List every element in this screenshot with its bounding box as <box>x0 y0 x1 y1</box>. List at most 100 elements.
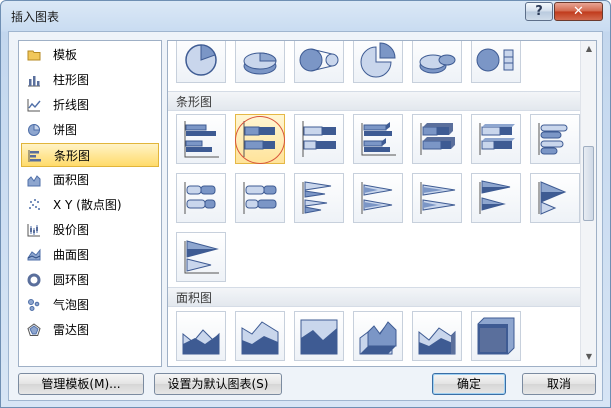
clustered-bar-3d-thumb[interactable] <box>353 114 403 164</box>
section-label: 条形图 <box>176 95 213 109</box>
category-label: X Y (散点图) <box>53 198 122 212</box>
pie-of-pie-thumb[interactable] <box>294 41 344 83</box>
pie-chart-icon <box>28 123 41 136</box>
bubble-chart-icon <box>28 299 40 311</box>
scroll-up-icon[interactable]: ▲ <box>584 44 594 54</box>
stacked-cylinder-bar-thumb[interactable] <box>176 173 226 223</box>
100-stacked-bar-icon <box>302 121 336 157</box>
scrollbar-thumb[interactable] <box>583 146 594 221</box>
category-label: 雷达图 <box>53 323 90 337</box>
area-thumb[interactable] <box>176 311 226 361</box>
stock-chart-icon <box>27 224 40 237</box>
bar-of-pie-thumb[interactable] <box>471 41 521 83</box>
stacked-pyramid-bar-icon <box>538 181 567 215</box>
set-default-chart-button[interactable]: 设置为默认图表(S) <box>154 373 282 395</box>
manage-templates-button[interactable]: 管理模板(M)... <box>18 373 144 395</box>
section-label: 面积图 <box>176 291 213 305</box>
category-label: 折线图 <box>53 98 90 112</box>
pie-of-pie-chart-icon <box>299 48 339 72</box>
chart-category-list: 模板 柱形图 折线图 饼图 条形图 面积图 X Y (散点图) 股价图 曲面图 … <box>18 40 162 367</box>
100-stacked-cylinder-bar-icon <box>243 182 277 214</box>
100-stacked-bar-3d-icon <box>479 123 515 155</box>
category-doughnut[interactable]: 圆环图 <box>21 268 159 292</box>
stacked-cone-bar-thumb[interactable] <box>353 173 403 223</box>
scroll-down-icon[interactable]: ▼ <box>584 352 594 362</box>
area-3d-icon <box>359 321 397 355</box>
category-bubble[interactable]: 气泡图 <box>21 293 159 317</box>
stacked-bar-3d-thumb[interactable] <box>412 114 462 164</box>
100-stacked-cone-bar-thumb[interactable] <box>412 173 462 223</box>
close-button[interactable]: ✕ <box>554 2 603 21</box>
clustered-cone-bar-thumb[interactable] <box>294 173 344 223</box>
stacked-area-3d-thumb[interactable] <box>412 311 462 361</box>
category-label: 圆环图 <box>53 273 90 287</box>
category-scatter[interactable]: X Y (散点图) <box>21 193 159 217</box>
exploded-pie-3d-thumb[interactable] <box>412 41 462 83</box>
clustered-pyramid-bar-icon <box>479 180 511 214</box>
area-icon <box>182 329 220 355</box>
folder-icon <box>27 50 41 61</box>
clustered-cone-bar-icon <box>302 181 332 214</box>
100-stacked-bar-3d-thumb[interactable] <box>471 114 521 164</box>
line-chart-icon <box>27 99 41 112</box>
stacked-bar-3d-icon <box>420 123 455 155</box>
100-stacked-area-thumb[interactable] <box>294 311 344 361</box>
scatter-chart-icon <box>29 199 40 210</box>
category-label: 条形图 <box>54 149 91 163</box>
category-line[interactable]: 折线图 <box>21 93 159 117</box>
clustered-cylinder-bar-icon <box>538 123 568 155</box>
help-button[interactable]: ? <box>525 2 553 21</box>
clustered-cylinder-bar-thumb[interactable] <box>530 114 580 164</box>
category-stock[interactable]: 股价图 <box>21 218 159 242</box>
clustered-pyramid-bar-thumb[interactable] <box>471 173 521 223</box>
pie-chart-icon <box>185 44 217 76</box>
category-label: 面积图 <box>53 173 90 187</box>
category-bar[interactable]: 条形图 <box>21 143 159 167</box>
stacked-area-icon <box>241 321 279 355</box>
chart-gallery: 条形图 面积图 ▲ ▼ <box>167 40 597 367</box>
100-stacked-pyramid-bar-thumb[interactable] <box>176 232 226 282</box>
100-stacked-bar-thumb[interactable] <box>294 114 344 164</box>
stacked-area-thumb[interactable] <box>235 311 285 361</box>
clustered-bar-3d-icon <box>361 122 396 156</box>
column-chart-icon <box>28 76 40 87</box>
surface-chart-icon <box>27 248 41 261</box>
stacked-bar-thumb[interactable] <box>235 114 285 164</box>
category-radar[interactable]: 雷达图 <box>21 318 159 342</box>
stacked-pyramid-bar-thumb[interactable] <box>530 173 580 223</box>
category-label: 柱形图 <box>53 73 90 87</box>
clustered-bar-thumb[interactable] <box>176 114 226 164</box>
area-3d-thumb[interactable] <box>353 311 403 361</box>
gallery-scrollbar[interactable]: ▲ ▼ <box>580 41 596 366</box>
100-stacked-cylinder-bar-thumb[interactable] <box>235 173 285 223</box>
category-area[interactable]: 面积图 <box>21 168 159 192</box>
exploded-pie-chart-icon <box>360 42 396 78</box>
doughnut-chart-icon <box>27 273 41 287</box>
category-label: 气泡图 <box>53 298 90 312</box>
100-stacked-cone-bar-icon <box>420 182 456 214</box>
cancel-button[interactable]: 取消 <box>522 373 596 395</box>
stacked-area-3d-icon <box>418 327 456 355</box>
clustered-bar-icon <box>184 121 219 158</box>
stacked-cylinder-bar-icon <box>184 182 216 214</box>
100-stacked-area-3d-thumb[interactable] <box>471 311 521 361</box>
100-stacked-area-3d-icon <box>477 317 515 355</box>
ok-button[interactable]: 确定 <box>432 373 506 395</box>
pie-3d-chart-icon <box>243 52 277 75</box>
bar-chart-icon <box>28 150 41 162</box>
category-templates[interactable]: 模板 <box>21 43 159 67</box>
100-stacked-area-icon <box>300 319 338 355</box>
pie-thumb[interactable] <box>176 41 226 83</box>
radar-chart-icon <box>27 323 41 336</box>
pie-3d-thumb[interactable] <box>235 41 285 83</box>
100-stacked-pyramid-bar-icon <box>184 240 219 274</box>
bar-of-pie-chart-icon <box>476 48 514 72</box>
category-pie[interactable]: 饼图 <box>21 118 159 142</box>
category-surface[interactable]: 曲面图 <box>21 243 159 267</box>
title-bar: 插入图表 ? ✕ <box>1 1 610 31</box>
category-label: 股价图 <box>53 223 90 237</box>
dialog-title: 插入图表 <box>11 10 60 24</box>
category-column[interactable]: 柱形图 <box>21 68 159 92</box>
category-label: 模板 <box>53 48 78 62</box>
exploded-pie-thumb[interactable] <box>353 41 403 83</box>
